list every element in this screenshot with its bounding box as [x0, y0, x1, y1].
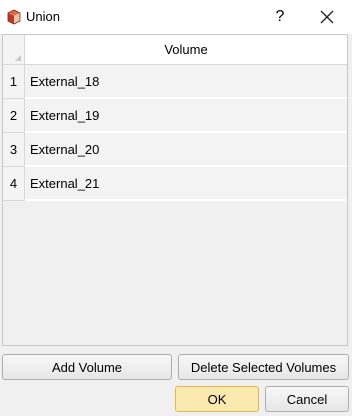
window-title: Union: [26, 9, 60, 24]
help-icon: ?: [275, 8, 285, 25]
ok-button[interactable]: OK: [175, 386, 259, 412]
table-row[interactable]: 2 External_19: [3, 99, 347, 133]
title-bar: Union ?: [0, 0, 352, 34]
volume-cell[interactable]: External_19: [25, 99, 347, 133]
corner-triangle-icon: [15, 55, 21, 61]
table-row[interactable]: 1 External_18: [3, 65, 347, 99]
row-header[interactable]: 4: [3, 167, 25, 201]
select-all-corner[interactable]: [3, 35, 25, 65]
close-button[interactable]: [308, 2, 346, 32]
row-header[interactable]: 2: [3, 99, 25, 133]
help-button[interactable]: ?: [262, 2, 298, 32]
volume-cell[interactable]: External_18: [25, 65, 347, 99]
table-row[interactable]: 3 External_20: [3, 133, 347, 167]
row-header[interactable]: 1: [3, 65, 25, 99]
table-row[interactable]: 4 External_21: [3, 167, 347, 201]
column-header-volume[interactable]: Volume: [25, 35, 347, 65]
close-icon: [320, 10, 334, 24]
volume-table[interactable]: Volume 1 External_18 2 External_19 3 Ext…: [2, 34, 348, 346]
delete-selected-volumes-button[interactable]: Delete Selected Volumes: [178, 354, 349, 380]
volume-cell[interactable]: External_21: [25, 167, 347, 201]
row-header[interactable]: 3: [3, 133, 25, 167]
volume-cell[interactable]: External_20: [25, 133, 347, 167]
cancel-button[interactable]: Cancel: [265, 386, 349, 412]
app-icon: [6, 9, 22, 25]
add-volume-button[interactable]: Add Volume: [2, 354, 172, 380]
